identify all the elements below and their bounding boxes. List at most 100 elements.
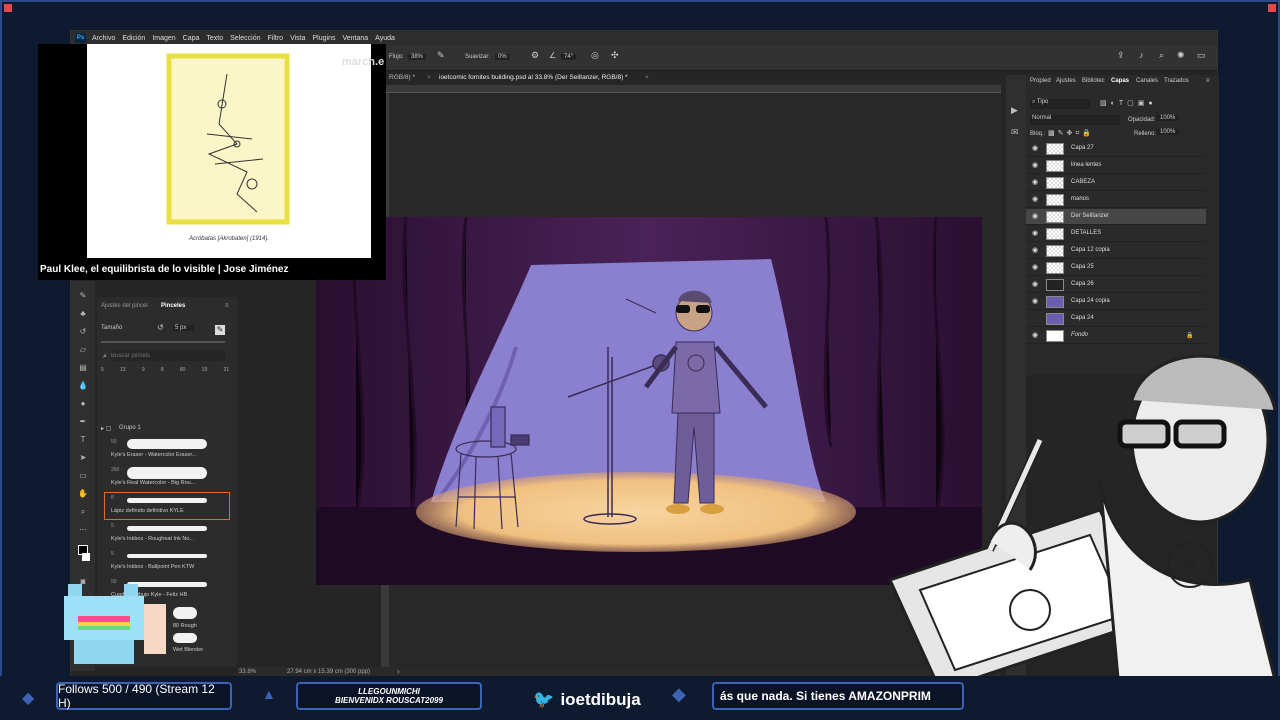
airbrush-icon[interactable]: ✎: [437, 50, 445, 61]
menu-archivo[interactable]: Archivo: [92, 35, 115, 42]
menu-capa[interactable]: Capa: [183, 35, 200, 42]
opacity-value[interactable]: 100%: [1156, 115, 1180, 121]
layer-row[interactable]: ◉ Capa 12 copia: [1026, 243, 1206, 259]
path-select-icon[interactable]: ➤: [78, 453, 88, 463]
preset-brush[interactable]: 5: [101, 367, 104, 385]
eye-icon[interactable]: ◉: [1032, 263, 1038, 271]
bell-icon[interactable]: ♪: [1139, 50, 1144, 60]
eye-icon[interactable]: ◉: [1032, 280, 1038, 288]
tab-libraries[interactable]: Bibliotec: [1082, 78, 1105, 84]
menu-vista[interactable]: Vista: [290, 35, 305, 42]
pressure-icon[interactable]: ◎: [591, 50, 599, 61]
reset-icon[interactable]: ↺: [157, 323, 164, 332]
tab-document-2[interactable]: ioetcomic fornites building.psd al 33.8%…: [439, 74, 628, 81]
tab-paths[interactable]: Trazados: [1164, 78, 1189, 84]
layer-row[interactable]: ◉ Capa 27: [1026, 141, 1206, 157]
layer-row[interactable]: ◉ Capa 24: [1026, 311, 1206, 327]
dodge-tool-icon[interactable]: ●: [78, 399, 88, 409]
stamp-tool-icon[interactable]: ♣: [78, 309, 88, 319]
filter-icons[interactable]: ▨◐T▢▣●: [1100, 99, 1157, 107]
flujo-value[interactable]: 38%: [408, 54, 427, 60]
preset-brush[interactable]: 19: [202, 367, 208, 385]
eye-icon[interactable]: ◉: [1032, 178, 1038, 186]
eraser-tool-icon[interactable]: ▱: [78, 345, 88, 355]
brush-search-input[interactable]: [111, 350, 225, 361]
hand-tool-icon[interactable]: ✋: [78, 489, 88, 499]
layer-row[interactable]: ◉ Capa 24 copia: [1026, 294, 1206, 310]
brush-item[interactable]: Wet Blender: [167, 631, 227, 657]
menu-imagen[interactable]: Imagen: [152, 35, 175, 42]
preset-brush[interactable]: 21: [223, 367, 229, 385]
symmetry-icon[interactable]: ✣: [611, 50, 619, 61]
layer-row[interactable]: ◉ linea lentes: [1026, 158, 1206, 174]
brush-item-selected[interactable]: 8 Lápiz definido definitivo KYLE: [104, 492, 230, 520]
history-brush-icon[interactable]: ↺: [78, 327, 88, 337]
eye-icon[interactable]: ◉: [1032, 229, 1038, 237]
layer-row[interactable]: ◉ manos: [1026, 192, 1206, 208]
brush-item[interactable]: 5 Kyle's Inkbox - Rougheat Ink No...: [105, 521, 229, 547]
gradient-tool-icon[interactable]: ▤: [78, 363, 88, 373]
eye-icon[interactable]: ◉: [1032, 212, 1038, 220]
lock-icons[interactable]: ▩✎✥⌗🔒: [1048, 129, 1094, 138]
angle-value[interactable]: 74°: [561, 54, 577, 60]
layer-row[interactable]: ◉ CABEZA: [1026, 175, 1206, 191]
share-icon[interactable]: ⇪: [1117, 50, 1125, 61]
menu-seleccion[interactable]: Selección: [230, 35, 260, 42]
layer-row-selected[interactable]: ◉ Der Seiltanzer: [1026, 209, 1206, 225]
blend-mode-select[interactable]: Normal: [1030, 115, 1120, 125]
eye-icon[interactable]: ◉: [1032, 331, 1038, 339]
tab-document-1[interactable]: RGB/8) *: [389, 74, 415, 81]
panel-menu-icon[interactable]: ≡: [225, 303, 229, 309]
brush-item[interactable]: 5 Kyle's Inkbox - Ballpoint Pen KTW: [105, 549, 229, 575]
brush-item[interactable]: 250 Kyle's Real Watercolor - Big Rou...: [105, 465, 229, 491]
preset-brush[interactable]: 80: [180, 367, 186, 385]
more-tools-icon[interactable]: ⋯: [78, 525, 88, 535]
layer-row[interactable]: ◉ DETALLES: [1026, 226, 1206, 242]
brush-item[interactable]: 80 Rough: [167, 605, 227, 631]
layer-row[interactable]: ◉ Capa 25: [1026, 260, 1206, 276]
panel-menu-icon[interactable]: ≡: [1206, 78, 1210, 84]
lightbulb-icon[interactable]: ✺: [1177, 50, 1185, 61]
size-value[interactable]: 5 px: [173, 325, 195, 331]
brush-item[interactable]: 50 Kyle's Eraser - Watercolor Eraser...: [105, 437, 229, 463]
eye-icon[interactable]: ◉: [1032, 314, 1038, 322]
eye-icon[interactable]: ◉: [1032, 297, 1038, 305]
fill-value[interactable]: 100%: [1156, 129, 1180, 135]
menu-plugins[interactable]: Plugins: [313, 35, 336, 42]
suavizar-value[interactable]: 0%: [495, 54, 510, 60]
tab-adjustments[interactable]: Ajustes: [1056, 78, 1076, 84]
rectangle-tool-icon[interactable]: ▭: [78, 471, 88, 481]
close-icon[interactable]: ×: [645, 74, 649, 81]
type-tool-icon[interactable]: T: [78, 435, 88, 445]
tab-brushes[interactable]: Pinceles: [161, 303, 185, 309]
history-icon[interactable]: ▶: [1011, 105, 1018, 116]
preset-brush[interactable]: 13: [120, 367, 126, 385]
layer-filter-select[interactable]: ⌕ Tipo: [1030, 99, 1090, 109]
preset-brush[interactable]: 9: [142, 367, 145, 385]
menu-ayuda[interactable]: Ayuda: [375, 35, 395, 42]
tab-layers[interactable]: Capas: [1111, 78, 1129, 84]
tab-properties[interactable]: Propied: [1030, 78, 1051, 84]
gear-icon[interactable]: ⚙: [531, 50, 539, 61]
close-icon[interactable]: ×: [427, 74, 431, 81]
menu-filtro[interactable]: Filtro: [268, 35, 284, 42]
new-brush-icon[interactable]: ✎: [215, 325, 225, 335]
article-title[interactable]: Paul Klee, el equilibrista de lo visible…: [40, 264, 288, 275]
brush-tool-icon[interactable]: ✎: [78, 291, 88, 301]
chevron-right-icon[interactable]: ›: [397, 667, 400, 676]
menu-texto[interactable]: Texto: [206, 35, 223, 42]
blur-tool-icon[interactable]: 💧: [78, 381, 88, 391]
eye-icon[interactable]: ◉: [1032, 161, 1038, 169]
comment-icon[interactable]: ✉: [1011, 127, 1019, 138]
search-icon[interactable]: ⌕: [1159, 50, 1164, 61]
tab-brush-settings[interactable]: Ajustes del pincel: [101, 303, 148, 309]
size-slider[interactable]: [101, 341, 225, 343]
preset-brush[interactable]: 8: [161, 367, 164, 385]
menu-ventana[interactable]: Ventana: [342, 35, 368, 42]
eye-icon[interactable]: ◉: [1032, 195, 1038, 203]
menu-edicion[interactable]: Edición: [122, 35, 145, 42]
background-color-swatch[interactable]: [82, 553, 90, 561]
zoom-tool-icon[interactable]: ⌕: [78, 507, 88, 517]
pen-tool-icon[interactable]: ✒: [78, 417, 88, 427]
zoom-level[interactable]: 33.8%: [239, 669, 256, 675]
